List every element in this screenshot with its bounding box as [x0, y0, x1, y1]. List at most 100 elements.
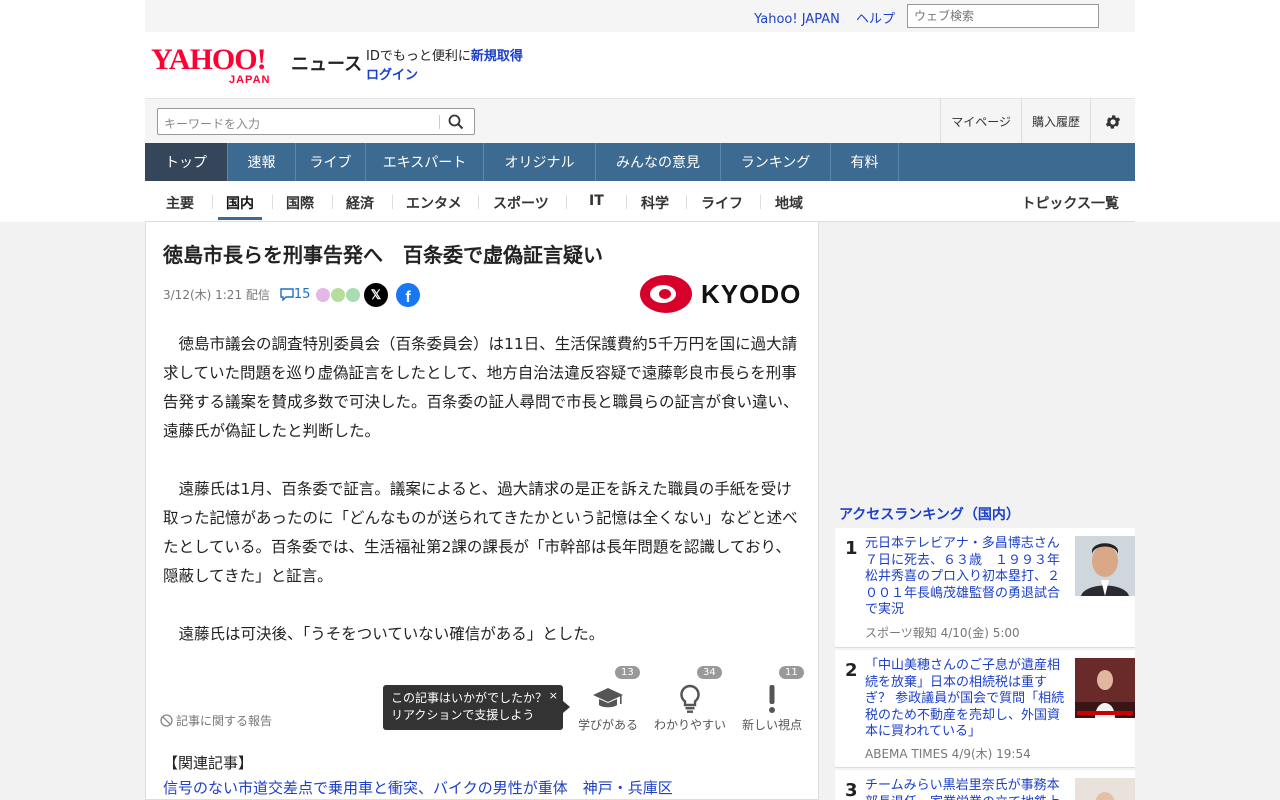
yahoo-news-logo[interactable]: YAHOO! JAPAN ニュース: [151, 43, 362, 87]
category-international[interactable]: 国際: [286, 193, 314, 213]
nav-paid[interactable]: 有料: [831, 143, 899, 181]
gear-icon: [1105, 114, 1121, 129]
keyword-search-input[interactable]: キーワードを入力: [157, 108, 475, 135]
category-divider: [332, 195, 333, 209]
nav-ranking[interactable]: ランキング: [721, 143, 831, 181]
main-nav: トップ 速報 ライブ エキスパート オリジナル みんなの意見 ランキング 有料: [145, 143, 1135, 181]
topics-list-link[interactable]: トピックス一覧: [1021, 193, 1119, 213]
category-divider: [686, 195, 687, 209]
category-main[interactable]: 主要: [166, 193, 194, 213]
nav-breaking[interactable]: 速報: [228, 143, 296, 181]
reaction-new-perspective-button[interactable]: 11 新しい視点: [732, 666, 812, 733]
reaction-learn-button[interactable]: 13 学びがある: [568, 666, 648, 733]
search-divider: [439, 115, 440, 129]
yahoo-japan-link[interactable]: Yahoo! JAPAN: [754, 12, 840, 27]
reaction-label: 新しい視点: [741, 718, 802, 732]
x-share-icon[interactable]: 𝕏: [364, 283, 388, 307]
rank-thumbnail: [1075, 536, 1135, 596]
rank-thumbnail: [1075, 778, 1135, 800]
rank-source: ABEMA TIMES 4/9(木) 19:54: [865, 747, 1031, 761]
reaction-faces: [316, 287, 361, 302]
account-box: IDでもっと便利に新規取得 ログイン: [366, 47, 523, 85]
category-sports[interactable]: スポーツ: [493, 193, 549, 213]
keyword-placeholder: キーワードを入力: [164, 117, 261, 131]
header-right-links: マイページ 購入履歴: [940, 99, 1135, 144]
rank-title: 元日本テレビアナ・多昌博志さん７日に死去、６３歳 １９９３年松井秀喜のプロ入り初…: [865, 536, 1061, 617]
ranking-item[interactable]: 3 チームみらい黒岩里奈氏が事務本部長退任 家業労業の立て地鉄上: [835, 770, 1135, 800]
facebook-share-icon[interactable]: f: [396, 283, 420, 307]
ranking-item[interactable]: 1 元日本テレビアナ・多昌博志さん７日に死去、６３歳 １９９３年松井秀喜のプロ入…: [835, 528, 1135, 648]
reaction-label: 学びがある: [577, 718, 638, 732]
nav-top[interactable]: トップ: [145, 143, 228, 181]
logo-section: ニュース: [291, 54, 363, 75]
category-divider: [626, 195, 627, 209]
category-entertainment[interactable]: エンタメ: [406, 193, 462, 213]
access-ranking: アクセスランキング（国内） 1 元日本テレビアナ・多昌博志さん７日に死去、６３歳…: [835, 500, 1135, 800]
reaction-count: 34: [697, 666, 722, 679]
category-divider: [272, 195, 273, 209]
source-name: KYODO: [701, 278, 802, 309]
nav-opinions[interactable]: みんなの意見: [596, 143, 721, 181]
help-link[interactable]: ヘルプ: [856, 12, 895, 27]
kyodo-mark-icon: [640, 275, 692, 313]
ranking-item[interactable]: 2 「中山美穂さんのご子息が遺産相続を放棄」日本の相続税は重すぎ？ 参政議員が国…: [835, 650, 1135, 768]
tooltip-line1: この記事はいかがでしたか？: [391, 691, 548, 705]
article-title: 徳島市長らを刑事告発へ 百条委で虚偽証言疑い: [163, 243, 603, 267]
utility-links: Yahoo! JAPAN ヘルプ: [742, 8, 895, 27]
category-it[interactable]: IT: [589, 193, 604, 209]
face-icon: [316, 287, 331, 302]
nav-expert[interactable]: エキスパート: [366, 143, 484, 181]
share-buttons: 𝕏 f: [364, 283, 420, 307]
rank-number: 1: [845, 538, 858, 559]
tooltip-close-icon[interactable]: ×: [549, 687, 558, 704]
utility-bar: Yahoo! JAPAN ヘルプ: [145, 0, 1135, 32]
category-economy[interactable]: 経済: [346, 193, 374, 213]
rank-number: 3: [845, 780, 858, 800]
article-date: 3/12(木) 1:21 配信: [163, 288, 270, 302]
login-link[interactable]: ログイン: [366, 68, 418, 83]
rank-source: スポーツ報知 4/10(金) 5:00: [865, 626, 1020, 640]
active-category-indicator: [218, 217, 262, 220]
category-divider: [478, 195, 479, 209]
category-science[interactable]: 科学: [641, 193, 669, 213]
category-divider: [566, 195, 567, 209]
graduation-cap-icon: [593, 688, 623, 708]
logo-brand: YAHOO!: [151, 43, 267, 76]
category-divider: [212, 195, 213, 209]
article-body: 徳島市議会の調査特別委員会（百条委員会）は11日、生活保護費約5千万円を国に過大…: [163, 330, 805, 678]
reaction-tooltip: この記事はいかがでしたか？ リアクションで支援しよう ×: [383, 685, 570, 730]
signup-link[interactable]: 新規取得: [471, 49, 523, 64]
ranking-heading[interactable]: アクセスランキング（国内）: [835, 500, 1135, 531]
account-prompt: IDでもっと便利に: [366, 49, 471, 64]
settings-button[interactable]: [1090, 99, 1135, 144]
category-domestic[interactable]: 国内: [226, 193, 254, 213]
purchase-history-link[interactable]: 購入履歴: [1020, 99, 1090, 144]
nav-original[interactable]: オリジナル: [484, 143, 596, 181]
reaction-count: 13: [615, 666, 640, 679]
mypage-link[interactable]: マイページ: [940, 99, 1021, 144]
prohibited-icon: [160, 714, 173, 727]
comment-icon: [280, 288, 294, 301]
category-nav: 主要 国内 国際 経済 エンタメ スポーツ IT 科学 ライフ 地域 トピックス…: [145, 181, 1135, 222]
article-paragraph: 徳島市議会の調査特別委員会（百条委員会）は11日、生活保護費約5千万円を国に過大…: [163, 335, 799, 440]
related-article-link[interactable]: 信号のない市道交差点で乗用車と衝突、バイクの男性が重体 神戸・兵庫区: [163, 777, 673, 798]
rank-title: 「中山美穂さんのご子息が遺産相続を放棄」日本の相続税は重すぎ？ 参政議員が国会で…: [865, 658, 1065, 739]
comments-link[interactable]: 15: [280, 287, 310, 302]
article-meta: 3/12(木) 1:21 配信 15: [163, 286, 361, 303]
nav-live[interactable]: ライブ: [296, 143, 366, 181]
reaction-understandable-button[interactable]: 34 わかりやすい: [650, 666, 730, 733]
rank-number: 2: [845, 660, 858, 681]
report-link[interactable]: 記事に関する報告: [160, 712, 272, 729]
logo-brand-sub: JAPAN: [229, 74, 271, 86]
source-logo[interactable]: KYODO: [639, 274, 801, 314]
face-icon: [331, 287, 346, 302]
search-icon[interactable]: [448, 114, 464, 130]
reaction-label: わかりやすい: [653, 718, 726, 732]
exclamation-icon: [769, 685, 775, 713]
web-search-input[interactable]: [907, 4, 1099, 28]
rank-thumbnail: [1075, 658, 1135, 718]
lightbulb-icon: [680, 684, 700, 713]
category-life[interactable]: ライフ: [701, 193, 743, 213]
category-region[interactable]: 地域: [775, 193, 803, 213]
logo-area: YAHOO! JAPAN ニュース IDでもっと便利に新規取得 ログイン: [145, 32, 1135, 98]
